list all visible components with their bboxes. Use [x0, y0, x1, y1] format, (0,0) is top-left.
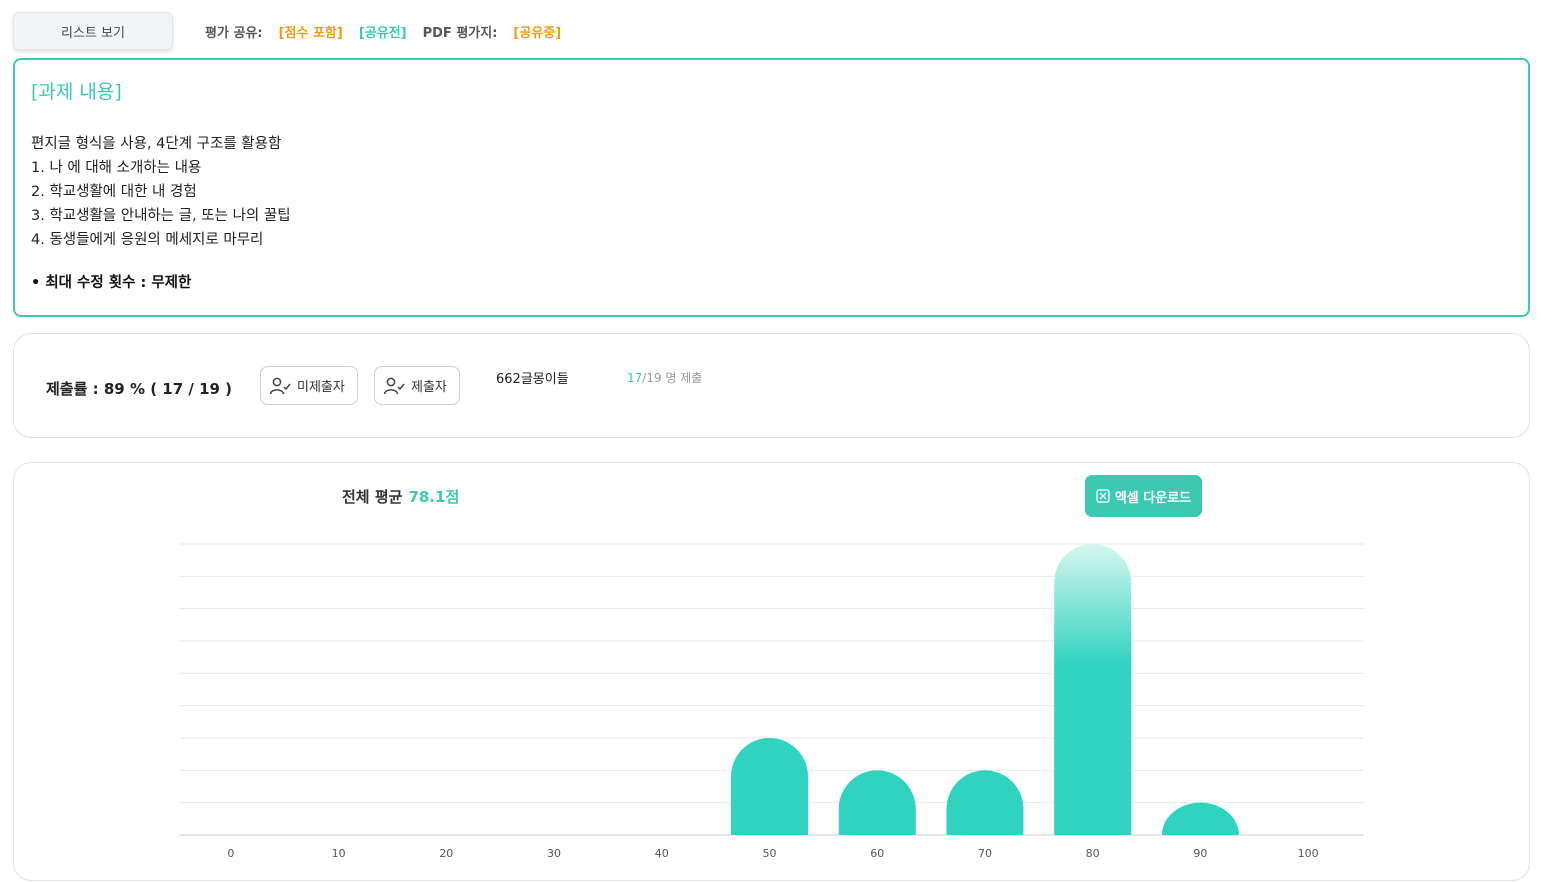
average-value: 78.1점 — [408, 488, 460, 506]
excel-icon — [1096, 489, 1110, 503]
excel-download-button[interactable]: 엑셀 다운로드 — [1085, 475, 1202, 517]
x-tick-label: 40 — [655, 847, 669, 860]
x-tick-label: 30 — [547, 847, 561, 860]
submitted-count-suffix: /19 명 제출 — [642, 371, 703, 385]
x-tick-label: 0 — [227, 847, 234, 860]
bar-80[interactable] — [1054, 544, 1132, 835]
score-chart-panel: 0 10 20 30 40 50 60 70 80 90 100 전체 평균 78.1점 엑셀 다운로… — [13, 462, 1530, 881]
bar-60[interactable] — [838, 770, 916, 835]
pdf-label: PDF 평가지: — [422, 25, 498, 41]
task-lines: 편지글 형식을 사용, 4단계 구조를 활용함 1. 나 에 대해 소개하는 내… — [31, 132, 1512, 252]
submitted-count-number: 17 — [627, 371, 643, 385]
excel-download-label: 엑셀 다운로드 — [1114, 490, 1192, 506]
bar-70[interactable] — [946, 770, 1024, 835]
submission-rate: 제출률 : 89 % ( 17 / 19 ) — [46, 380, 233, 398]
x-tick-label: 90 — [1193, 847, 1207, 860]
x-tick-label: 10 — [332, 847, 346, 860]
submission-panel: 제출률 : 89 % ( 17 / 19 ) 미제출자 제출자 662글몽이들 … — [13, 333, 1530, 438]
share-status-badge: [공유전] — [358, 25, 407, 41]
max-edit-limit: • 최대 수정 횟수 : 무제한 — [31, 275, 192, 291]
task-line: 2. 학교생활에 대한 내 경험 — [31, 184, 197, 200]
not-submitted-label: 미제출자 — [297, 380, 345, 395]
group-name: 662글몽이들 — [496, 372, 569, 387]
task-line: 편지글 형식을 사용, 4단계 구조를 활용함 — [31, 136, 282, 152]
share-meta: 평가 공유: [점수 포함] [공유전] PDF 평가지: [공유중] — [205, 22, 561, 41]
task-line: 1. 나 에 대해 소개하는 내용 — [31, 160, 202, 176]
task-line: 4. 동생들에게 응원의 메세지로 마무리 — [31, 232, 264, 248]
submitted-button[interactable]: 제출자 — [374, 366, 460, 405]
task-line: 3. 학교생활을 안내하는 글, 또는 나의 꿀팁 — [31, 208, 291, 224]
not-submitted-button[interactable]: 미제출자 — [260, 366, 358, 405]
user-check-icon — [383, 377, 405, 394]
task-content-box: [과제 내용] 편지글 형식을 사용, 4단계 구조를 활용함 1. 나 에 대… — [13, 58, 1530, 317]
x-tick-label: 20 — [439, 847, 453, 860]
pdf-status-badge: [공유중] — [513, 25, 562, 41]
bar-90[interactable] — [1161, 802, 1239, 835]
share-label: 평가 공유: — [205, 25, 263, 41]
overall-average: 전체 평균 78.1점 — [342, 486, 459, 507]
x-tick-label: 60 — [870, 847, 884, 860]
x-tick-label: 70 — [978, 847, 992, 860]
average-label: 전체 평균 — [342, 488, 403, 506]
list-view-button[interactable]: 리스트 보기 — [13, 12, 173, 50]
score-included-badge: [점수 포함] — [278, 25, 343, 41]
score-distribution-chart: 0 10 20 30 40 50 60 70 80 90 100 — [179, 543, 1364, 860]
submitted-count: 17/19 명 제출 — [627, 369, 702, 386]
bar-50[interactable] — [731, 738, 808, 835]
top-bar: 리스트 보기 평가 공유: [점수 포함] [공유전] PDF 평가지: [공유… — [13, 12, 561, 50]
x-tick-label: 50 — [763, 847, 777, 860]
task-title: [과제 내용] — [31, 81, 122, 103]
x-tick-label: 100 — [1298, 847, 1319, 860]
user-check-icon — [269, 377, 291, 394]
submitted-label: 제출자 — [411, 380, 447, 395]
x-tick-label: 80 — [1086, 847, 1100, 860]
